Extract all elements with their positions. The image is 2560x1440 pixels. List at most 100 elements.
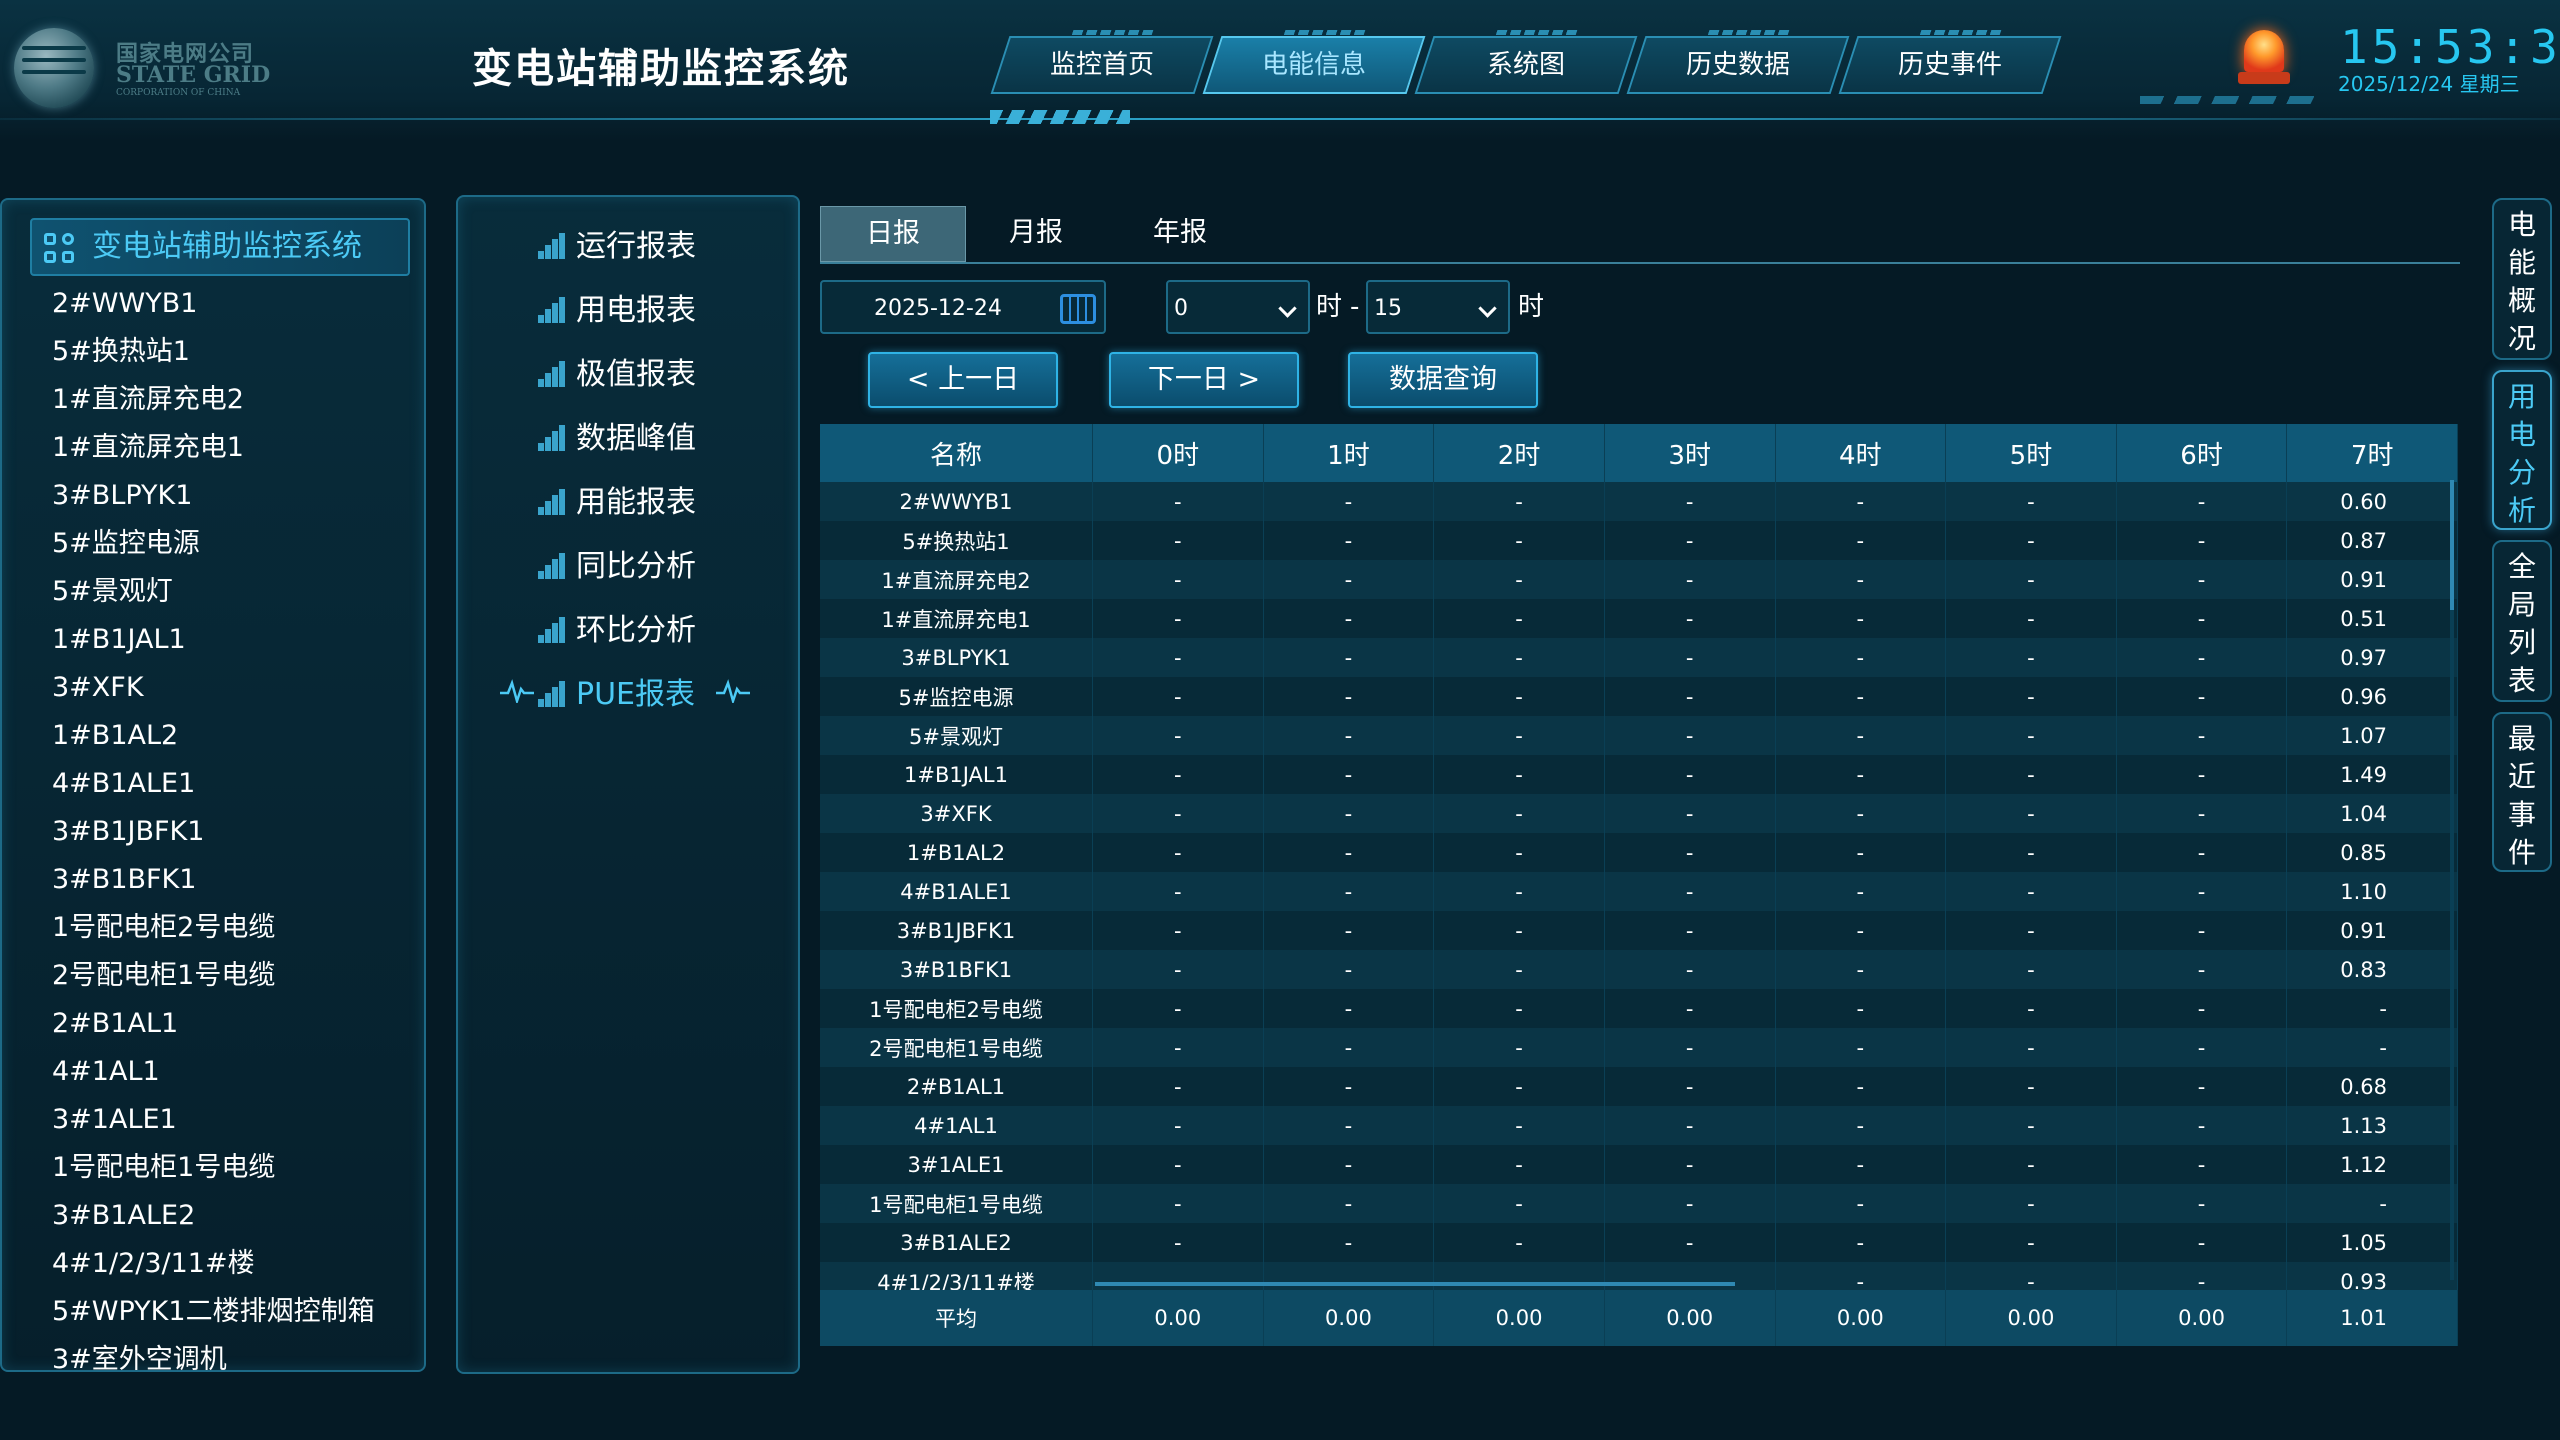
side-tab-global-list[interactable]: 全局列表 — [2492, 540, 2552, 702]
hour-value-cell: - — [1263, 716, 1435, 755]
tree-item[interactable]: 1#直流屏充电2 — [52, 376, 375, 424]
table-row[interactable]: 4#1AL1- - - - - - -1.13 — [820, 1106, 2458, 1145]
tab-monthly[interactable]: 月报 — [964, 206, 1108, 260]
table-row[interactable]: 3#B1JBFK1- - - - - - -0.91 — [820, 911, 2458, 950]
menu-item[interactable]: 极值报表 — [538, 355, 696, 395]
hour-value-cell: - — [2116, 833, 2288, 872]
hour-value-cell: - — [1604, 911, 1776, 950]
tree-item[interactable]: 4#B1ALE1 — [52, 760, 375, 808]
hour-value-cell: - — [1945, 521, 2117, 560]
tree-item[interactable]: 2号配电柜1号电缆 — [52, 952, 375, 1000]
hour-value-cell: - — [2116, 1106, 2288, 1145]
tree-item[interactable]: 1#B1JAL1 — [52, 616, 375, 664]
table-row[interactable]: 2号配电柜1号电缆 - - - - - - - - — [820, 1028, 2458, 1067]
table-horizontal-scrollbar[interactable] — [1095, 1282, 1735, 1286]
calendar-icon[interactable] — [1060, 294, 1096, 324]
table-row[interactable]: 1#B1AL2- - - - - - -0.85 — [820, 833, 2458, 872]
hour-value-cell: 0.91 — [2286, 911, 2458, 950]
header-stripe-decoration — [990, 110, 1130, 124]
menu-item[interactable]: 同比分析 — [538, 547, 696, 587]
menu-item-label: 环比分析 — [576, 613, 696, 648]
table-row[interactable]: 5#换热站1- - - - - - -0.87 — [820, 521, 2458, 560]
hour-value-cell: - — [1263, 482, 1435, 521]
hour-value-cell: - — [1433, 482, 1605, 521]
nav-tab-monitor-home[interactable]: 监控首页 — [990, 36, 1214, 94]
hour-from-select[interactable]: 0 — [1166, 280, 1310, 334]
menu-item[interactable]: PUE报表 — [538, 675, 695, 715]
hour-value-cell: - — [1433, 794, 1605, 833]
tree-item[interactable]: 2#B1AL1 — [52, 1000, 375, 1048]
tree-root[interactable]: 变电站辅助监控系统 — [30, 218, 410, 276]
table-row[interactable]: 2#B1AL1- - - - - - -0.68 — [820, 1067, 2458, 1106]
table-row[interactable]: 3#XFK - - - - - - -1.04 — [820, 794, 2458, 833]
tree-item[interactable]: 1#B1AL2 — [52, 712, 375, 760]
table-row[interactable]: 1#直流屏充电2- - - - - - -0.91 — [820, 560, 2458, 599]
table-row[interactable]: 3#B1BFK1- - - - - - -0.83 — [820, 950, 2458, 989]
date-picker-input[interactable]: 2025-12-24 — [820, 280, 1106, 334]
table-row[interactable]: 1号配电柜1号电缆 - - - - - - - - — [820, 1184, 2458, 1223]
tree-item[interactable]: 3#B1BFK1 — [52, 856, 375, 904]
nav-tab-system-diagram[interactable]: 系统图 — [1414, 36, 1638, 94]
table-row[interactable]: 3#B1ALE2- - - - - - -1.05 — [820, 1223, 2458, 1262]
tree-item[interactable]: 1号配电柜1号电缆 — [52, 1144, 375, 1192]
tab-yearly[interactable]: 年报 — [1108, 206, 1252, 260]
row-name-cell: 1#直流屏充电2 — [820, 560, 1093, 599]
table-row[interactable]: 1#直流屏充电1- - - - - - -0.51 — [820, 599, 2458, 638]
tree-item[interactable]: 3#B1JBFK1 — [52, 808, 375, 856]
menu-item[interactable]: 运行报表 — [538, 227, 696, 267]
column-header: 4时 — [1775, 424, 1947, 482]
side-tab-recent-events[interactable]: 最近事件 — [2492, 712, 2552, 872]
tree-item[interactable]: 1#直流屏充电1 — [52, 424, 375, 472]
tree-item[interactable]: 5#WPYK1二楼排烟控制箱 — [52, 1288, 375, 1336]
nav-tab-history-data[interactable]: 历史数据 — [1626, 36, 1850, 94]
tree-item[interactable]: 1号配电柜2号电缆 — [52, 904, 375, 952]
data-query-button[interactable]: 数据查询 — [1348, 352, 1538, 408]
side-tab-usage-analysis[interactable]: 用电分析 — [2492, 370, 2552, 530]
alarm-light-icon[interactable] — [2238, 30, 2290, 86]
tree-item[interactable]: 3#1ALE1 — [52, 1096, 375, 1144]
menu-item[interactable]: 环比分析 — [538, 611, 696, 651]
hour-value-cell: 0.83 — [2286, 950, 2458, 989]
tree-item[interactable]: 3#B1ALE2 — [52, 1192, 375, 1240]
tree-item[interactable]: 3#室外空调机 — [52, 1336, 375, 1370]
table-row[interactable]: 2#WWYB1- - - - - - -0.60 — [820, 482, 2458, 521]
prev-day-button[interactable]: < 上一日 — [868, 352, 1058, 408]
tree-item[interactable]: 2#WWYB1 — [52, 280, 375, 328]
tree-item[interactable]: 4#1AL1 — [52, 1048, 375, 1096]
hour-range-dash: - — [1350, 292, 1360, 322]
menu-item[interactable]: 数据峰值 — [538, 419, 696, 459]
hour-value-cell: - — [1433, 989, 1605, 1028]
hour-value-cell: - — [1263, 677, 1435, 716]
side-tab-energy-overview[interactable]: 电能概况 — [2492, 198, 2552, 360]
menu-item[interactable]: 用电报表 — [538, 291, 696, 331]
hour-to-select[interactable]: 15 — [1366, 280, 1510, 334]
hour-value-cell: - — [1433, 1145, 1605, 1184]
menu-item[interactable]: 用能报表 — [538, 483, 696, 523]
tree-item[interactable]: 3#XFK — [52, 664, 375, 712]
hour-value-cell: - — [1775, 482, 1947, 521]
tree-item[interactable]: 3#BLPYK1 — [52, 472, 375, 520]
nav-tab-history-events[interactable]: 历史事件 — [1838, 36, 2062, 94]
table-row[interactable]: 3#BLPYK1- - - - - - -0.97 — [820, 638, 2458, 677]
tree-item[interactable]: 5#换热站1 — [52, 328, 375, 376]
hour-value-cell: - — [1092, 521, 1264, 560]
next-day-button[interactable]: 下一日 > — [1109, 352, 1299, 408]
nav-tab-energy-info[interactable]: 电能信息 — [1202, 36, 1426, 94]
hour-value-cell: - — [1775, 755, 1947, 794]
tree-item[interactable]: 5#监控电源 — [52, 520, 375, 568]
hour-value-cell: - — [1263, 1223, 1435, 1262]
hour-value-cell: - — [1604, 1028, 1776, 1067]
hour-value-cell: - — [1092, 677, 1264, 716]
row-name-cell: 1号配电柜1号电缆 — [820, 1184, 1093, 1223]
table-scrollbar-thumb[interactable] — [2450, 480, 2454, 610]
table-row[interactable]: 4#B1ALE1- - - - - - -1.10 — [820, 872, 2458, 911]
tree-item[interactable]: 4#1/2/3/11#楼 — [52, 1240, 375, 1288]
table-row[interactable]: 5#监控电源 - - - - - - -0.96 — [820, 677, 2458, 716]
hour-value-cell: - — [2116, 638, 2288, 677]
table-row[interactable]: 1#B1JAL1- - - - - - -1.49 — [820, 755, 2458, 794]
table-row[interactable]: 1号配电柜2号电缆 - - - - - - - - — [820, 989, 2458, 1028]
table-row[interactable]: 3#1ALE1- - - - - - -1.12 — [820, 1145, 2458, 1184]
tab-daily[interactable]: 日报 — [820, 206, 966, 262]
tree-item[interactable]: 5#景观灯 — [52, 568, 375, 616]
table-row[interactable]: 5#景观灯 - - - - - - -1.07 — [820, 716, 2458, 755]
